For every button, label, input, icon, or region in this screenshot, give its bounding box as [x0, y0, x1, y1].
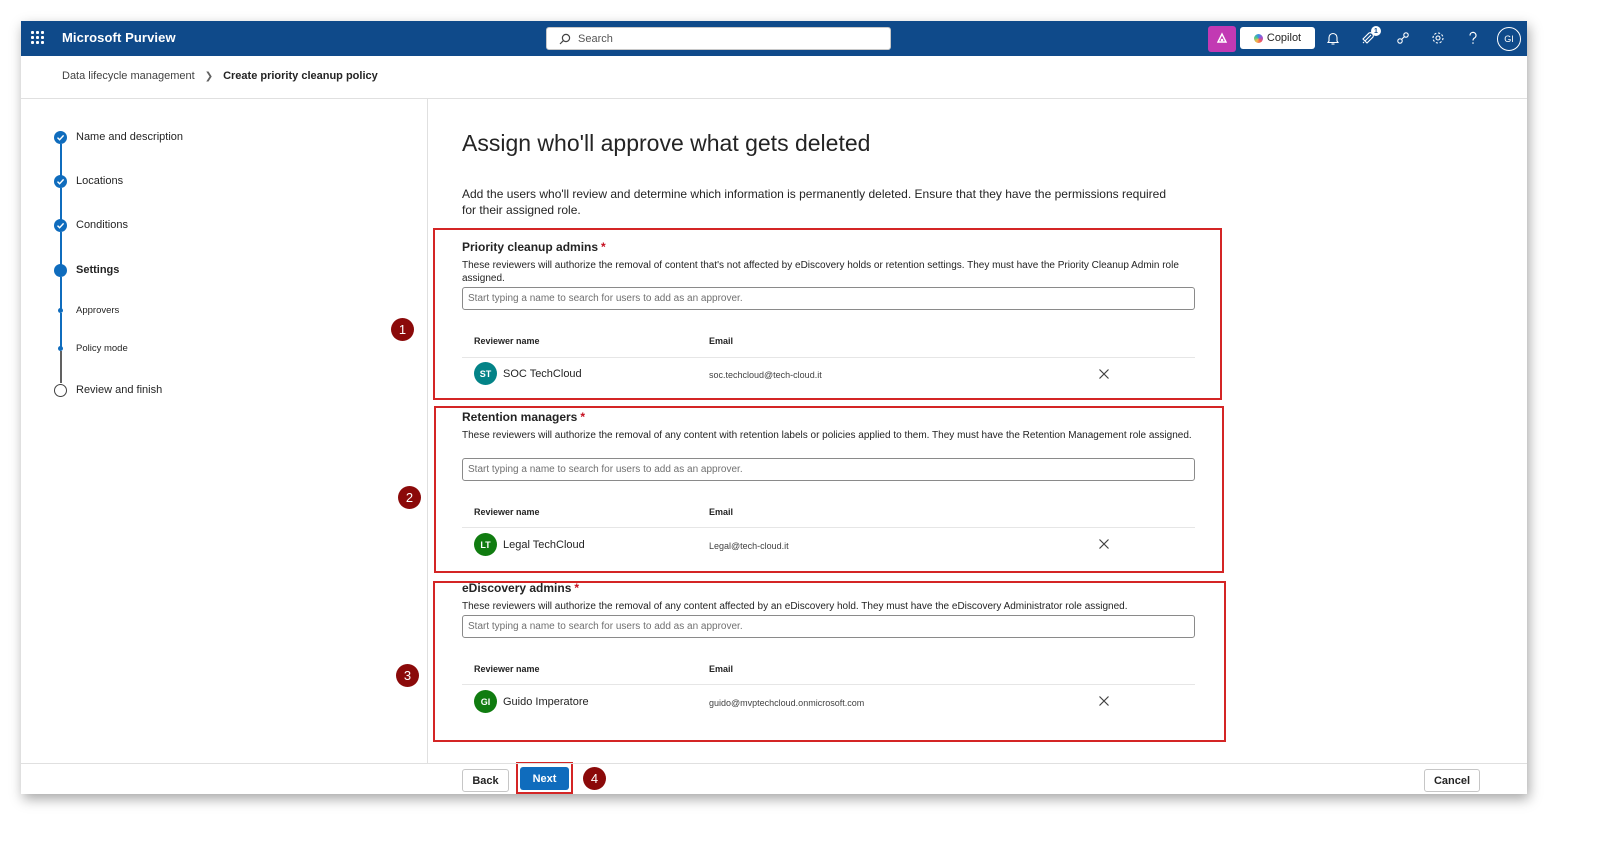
page-title: Assign who'll approve what gets deleted — [462, 130, 871, 156]
checkmark-icon — [54, 219, 67, 232]
annotation-marker-3: 3 — [396, 664, 419, 687]
empty-circle-icon — [54, 384, 67, 397]
connections-icon[interactable] — [1395, 30, 1411, 46]
step-connector — [60, 351, 62, 383]
stepper-divider — [427, 99, 428, 763]
step-label: Locations — [76, 175, 124, 187]
search-box[interactable] — [546, 27, 891, 50]
annotation-marker-2: 2 — [398, 486, 421, 509]
agent-icon — [1216, 32, 1228, 43]
app-title[interactable]: Microsoft Purview — [62, 30, 176, 45]
step-connector — [60, 232, 62, 267]
step-connector — [60, 188, 62, 222]
step-connector — [60, 144, 62, 178]
search-icon — [559, 33, 571, 45]
next-button[interactable]: Next — [520, 767, 569, 790]
annotation-box-1 — [433, 228, 1222, 400]
back-button[interactable]: Back — [462, 769, 509, 792]
header-divider — [21, 98, 1527, 99]
annotation-marker-4: 4 — [583, 767, 606, 790]
breadcrumb-current: Create priority cleanup policy — [223, 70, 378, 82]
footer-divider — [21, 763, 1527, 764]
top-bar: Microsoft Purview Copilot 1 — [21, 21, 1527, 56]
checkmark-icon — [54, 175, 67, 188]
search-input[interactable] — [578, 31, 878, 47]
step-label: Conditions — [76, 219, 128, 231]
user-avatar[interactable]: GI — [1497, 27, 1521, 51]
app-launcher-icon[interactable] — [31, 31, 45, 45]
app-window: Microsoft Purview Copilot 1 — [21, 21, 1527, 794]
notification-badge: 1 — [1371, 26, 1381, 36]
checkmark-icon — [54, 131, 67, 144]
breadcrumb-parent-link[interactable]: Data lifecycle management — [62, 70, 195, 82]
help-icon[interactable] — [1465, 30, 1481, 46]
notifications-icon[interactable] — [1325, 30, 1341, 46]
step-connector — [60, 277, 62, 309]
cancel-button[interactable]: Cancel — [1424, 769, 1480, 792]
substep-dot-icon — [58, 308, 63, 313]
step-label: Name and description — [76, 131, 184, 143]
substep-dot-icon — [58, 346, 63, 351]
annotation-box-3 — [433, 581, 1226, 742]
settings-gear-icon[interactable] — [1430, 30, 1446, 46]
copilot-button[interactable]: Copilot — [1240, 27, 1315, 49]
page-description: Add the users who'll review and determin… — [462, 187, 1166, 217]
chevron-right-icon: ❯ — [204, 70, 214, 82]
breadcrumb: Data lifecycle management ❯ Create prior… — [62, 70, 378, 82]
step-label: Review and finish — [76, 384, 163, 396]
copilot-label: Copilot — [1266, 32, 1302, 44]
annotation-marker-1: 1 — [391, 318, 414, 341]
annotation-box-2 — [434, 406, 1224, 573]
step-connector — [60, 313, 62, 347]
purview-agent-button[interactable] — [1208, 26, 1236, 52]
step-label: Policy mode — [76, 343, 128, 354]
step-label: Settings — [76, 264, 120, 276]
current-step-icon — [54, 264, 67, 277]
copilot-icon — [1253, 33, 1263, 43]
step-label: Approvers — [76, 305, 120, 316]
